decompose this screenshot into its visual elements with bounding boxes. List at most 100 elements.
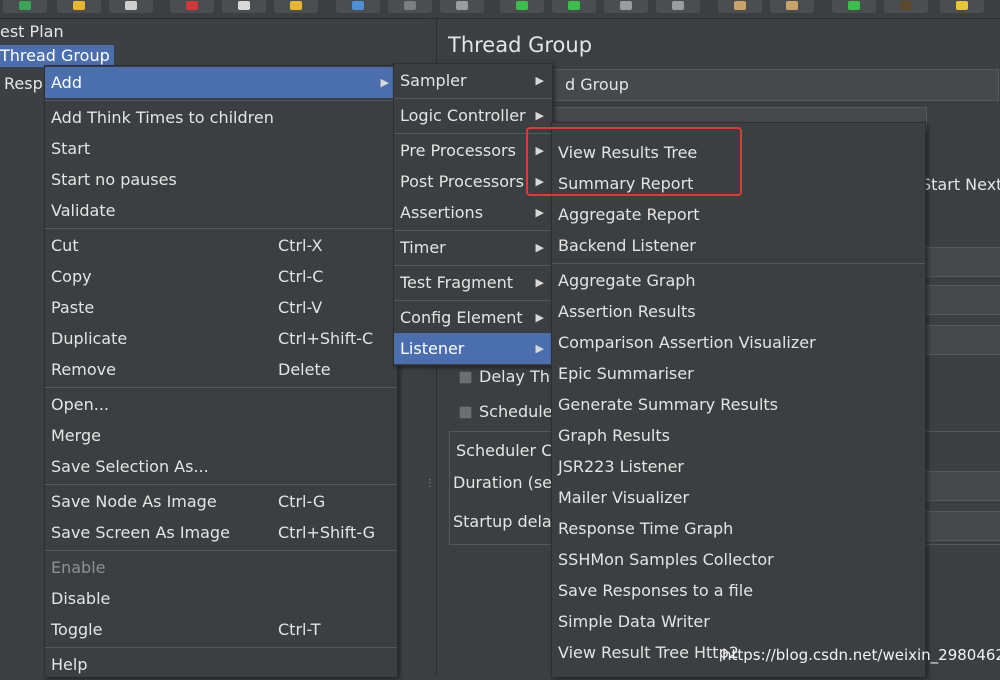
- toolbar-expand-button[interactable]: [336, 0, 380, 13]
- submenu-arrow-icon: ▶: [535, 311, 544, 324]
- toolbar-new-button[interactable]: [3, 0, 47, 13]
- menu-item-merge[interactable]: Merge: [45, 420, 397, 451]
- listener-item-backend-listener[interactable]: Backend Listener: [552, 230, 925, 261]
- toolbar-start-button[interactable]: [500, 0, 544, 13]
- loop-count-field[interactable]: [917, 325, 1000, 355]
- tree-item-response[interactable]: Resp: [4, 71, 43, 97]
- menu-item-add-think-times[interactable]: Add Think Times to children: [45, 102, 397, 133]
- toolbar-reset-search-button[interactable]: [884, 0, 928, 13]
- clear-icon: [734, 1, 746, 10]
- listener-item-generate-summary-results[interactable]: Generate Summary Results: [552, 389, 925, 420]
- clear-all-icon: [786, 1, 798, 10]
- menu-item-start[interactable]: Start: [45, 133, 397, 164]
- startup-delay-label: Startup dela: [453, 512, 552, 531]
- scheduler-checkbox[interactable]: [459, 406, 472, 419]
- menu-item-enable: Enable: [51, 558, 106, 577]
- toolbar-stop-button[interactable]: [604, 0, 648, 13]
- templates-icon: [73, 1, 85, 10]
- toolbar-shutdown-button[interactable]: [656, 0, 700, 13]
- duration-label: Duration (se: [453, 473, 552, 492]
- listener-item-aggregate-report[interactable]: Aggregate Report: [552, 199, 925, 230]
- submenu-arrow-icon: ▶: [535, 206, 544, 219]
- menu-item-cut[interactable]: Cut Ctrl-X: [45, 230, 397, 261]
- toolbar-paste-button[interactable]: [274, 0, 318, 13]
- search-icon: [848, 1, 860, 10]
- submenu-arrow-icon: ▶: [380, 76, 389, 89]
- listener-item-graph-results[interactable]: Graph Results: [552, 420, 925, 451]
- submenu-arrow-icon: ▶: [535, 276, 544, 289]
- splitter-handle[interactable]: ⋮: [425, 479, 435, 489]
- submenu-item-timer[interactable]: Timer ▶: [394, 232, 552, 263]
- menu-item-save-selection[interactable]: Save Selection As...: [45, 451, 397, 482]
- listener-item-epic-summariser[interactable]: Epic Summariser: [552, 358, 925, 389]
- menu-item-save-screen-image[interactable]: Save Screen As Image Ctrl+Shift-G: [45, 517, 397, 548]
- menu-separator: [45, 228, 397, 229]
- menu-item-remove[interactable]: Remove Delete: [45, 354, 397, 385]
- save-icon: [125, 1, 137, 10]
- menu-separator: [394, 300, 552, 301]
- menu-item-help[interactable]: Help: [45, 649, 397, 680]
- menu-item-copy[interactable]: Copy Ctrl-C: [45, 261, 397, 292]
- scheduler-section-title: Scheduler C: [456, 441, 553, 460]
- menu-item-duplicate[interactable]: Duplicate Ctrl+Shift-C: [45, 323, 397, 354]
- start-icon: [516, 1, 528, 10]
- listener-item-sshmon-samples-collector[interactable]: SSHMon Samples Collector: [552, 544, 925, 575]
- paste-icon: [290, 1, 302, 10]
- tree-item-test-plan[interactable]: est Plan: [0, 19, 64, 45]
- menu-item-start-no-pauses[interactable]: Start no pauses: [45, 164, 397, 195]
- toolbar: [0, 0, 1000, 19]
- menu-separator: [394, 230, 552, 231]
- toolbar-save-button[interactable]: [109, 0, 153, 13]
- toolbar-templates-button[interactable]: [57, 0, 101, 13]
- toolbar-clear-button[interactable]: [718, 0, 762, 13]
- menu-item-open[interactable]: Open...: [45, 389, 397, 420]
- collapse-icon: [404, 1, 416, 10]
- listener-item-save-responses[interactable]: Save Responses to a file: [552, 575, 925, 606]
- submenu-item-config-element[interactable]: Config Element ▶: [394, 302, 552, 333]
- menu-item-validate[interactable]: Validate: [45, 195, 397, 226]
- toolbar-clear-all-button[interactable]: [770, 0, 814, 13]
- listener-item-aggregate-graph[interactable]: Aggregate Graph: [552, 265, 925, 296]
- submenu-arrow-icon: ▶: [535, 342, 544, 355]
- submenu-item-test-fragment[interactable]: Test Fragment ▶: [394, 267, 552, 298]
- toolbar-copy-button[interactable]: [222, 0, 266, 13]
- menu-separator: [394, 98, 552, 99]
- submenu-item-assertions[interactable]: Assertions ▶: [394, 197, 552, 228]
- listener-submenu: View Results Tree Summary Report Aggrega…: [551, 122, 926, 677]
- menu-separator: [552, 263, 925, 264]
- new-icon: [19, 1, 31, 10]
- listener-item-response-time-graph[interactable]: Response Time Graph: [552, 513, 925, 544]
- listener-item-comparison-assertion-visualizer[interactable]: Comparison Assertion Visualizer: [552, 327, 925, 358]
- toolbar-collapse-button[interactable]: [388, 0, 432, 13]
- watermark: https://blog.csdn.net/weixin_29804623: [722, 646, 1000, 664]
- expand-icon: [352, 1, 364, 10]
- reset-search-icon: [900, 1, 912, 10]
- menu-item-disable[interactable]: Disable: [45, 583, 397, 614]
- listener-item-jsr223-listener[interactable]: JSR223 Listener: [552, 451, 925, 482]
- menu-separator: [45, 550, 397, 551]
- rampup-field[interactable]: [917, 285, 1000, 315]
- submenu-item-listener[interactable]: Listener ▶: [394, 333, 552, 364]
- listener-item-mailer-visualizer[interactable]: Mailer Visualizer: [552, 482, 925, 513]
- toolbar-start-no-pauses-button[interactable]: [552, 0, 596, 13]
- menu-separator: [45, 387, 397, 388]
- menu-separator: [45, 484, 397, 485]
- listener-item-simple-data-writer[interactable]: Simple Data Writer: [552, 606, 925, 637]
- toolbar-cut-button[interactable]: [170, 0, 214, 13]
- toolbar-toggle-button[interactable]: [440, 0, 484, 13]
- duration-field[interactable]: [925, 471, 1000, 501]
- red-annotation-box: [526, 127, 742, 196]
- menu-item-paste[interactable]: Paste Ctrl-V: [45, 292, 397, 323]
- delay-thread-checkbox[interactable]: [459, 371, 472, 384]
- menu-item-add[interactable]: Add ▶: [45, 67, 397, 98]
- menu-item-toggle[interactable]: Toggle Ctrl-T: [45, 614, 397, 645]
- menu-item-save-node-image[interactable]: Save Node As Image Ctrl-G: [45, 486, 397, 517]
- toolbar-function-helper-button[interactable]: [940, 0, 984, 13]
- submenu-item-sampler[interactable]: Sampler ▶: [394, 65, 552, 96]
- threads-field[interactable]: [917, 247, 1000, 277]
- startup-delay-field[interactable]: [925, 511, 1000, 541]
- tree-item-thread-group[interactable]: Thread Group: [0, 45, 114, 67]
- listener-item-assertion-results[interactable]: Assertion Results: [552, 296, 925, 327]
- delay-thread-label: Delay Th: [479, 367, 550, 386]
- toolbar-search-button[interactable]: [832, 0, 876, 13]
